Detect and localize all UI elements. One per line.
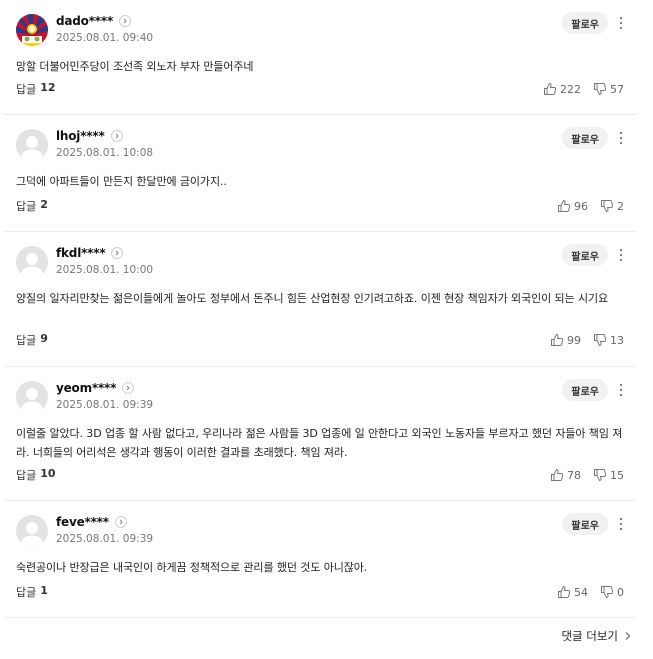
thumbs-down-icon xyxy=(601,200,614,213)
reply-label: 답글 xyxy=(16,469,37,482)
nickname[interactable]: feve**** xyxy=(56,515,109,529)
more-comments-button[interactable]: 댓글 더보기 xyxy=(561,628,631,644)
default-avatar-icon xyxy=(16,515,48,547)
follow-button[interactable]: 팔로우 xyxy=(562,127,608,149)
profile-arrow-icon[interactable] xyxy=(111,247,124,259)
reply-button[interactable]: 답글 12 xyxy=(16,81,56,97)
reply-count: 9 xyxy=(40,332,48,345)
thumbs-down-icon xyxy=(594,334,607,347)
reply-button[interactable]: 답글 2 xyxy=(16,198,48,214)
dislike-button[interactable]: 13 xyxy=(593,333,624,347)
reply-count: 10 xyxy=(40,467,56,480)
chevron-right-icon xyxy=(625,632,631,640)
comment-date: 2025.08.01. 09:40 xyxy=(56,32,154,44)
profile-arrow-icon[interactable] xyxy=(114,516,127,528)
default-avatar-icon xyxy=(16,246,48,278)
avatar[interactable] xyxy=(16,246,48,278)
more-options-icon[interactable] xyxy=(614,127,628,149)
like-count: 222 xyxy=(560,82,581,96)
avatar[interactable] xyxy=(16,515,48,547)
more-options-icon[interactable] xyxy=(614,513,628,535)
thumbs-up-icon xyxy=(551,333,564,346)
profile-arrow-icon[interactable] xyxy=(110,130,123,142)
dislike-count: 15 xyxy=(610,468,624,482)
dislike-button[interactable]: 0 xyxy=(600,585,624,599)
reply-button[interactable]: 답글 9 xyxy=(16,332,48,348)
more-options-icon[interactable] xyxy=(614,379,628,401)
comment-date: 2025.08.01. 10:00 xyxy=(56,264,154,276)
comment-date: 2025.08.01. 09:39 xyxy=(56,399,154,411)
reply-button[interactable]: 답글 1 xyxy=(16,584,48,600)
reply-button[interactable]: 답글 10 xyxy=(16,467,56,483)
comment-text: 양질의 일자리만찾는 젊은이들에게 놀아도 정부에서 돈주니 힘든 산업현장 인… xyxy=(16,292,609,305)
reply-label: 답글 xyxy=(16,586,37,599)
thumbs-up-icon xyxy=(551,468,564,481)
dislike-button[interactable]: 57 xyxy=(593,82,624,96)
follow-button[interactable]: 팔로우 xyxy=(562,513,608,535)
like-count: 96 xyxy=(574,199,588,213)
comment-item: fkdl**** 2025.08.01. 10:00 팔로우 양질의 일자리만찾… xyxy=(4,232,636,367)
like-button[interactable]: 78 xyxy=(550,468,581,482)
comment-text: 이럴줄 알았다. 3D 업종 할 사람 없다고, 우리나라 젊은 사람들 3D … xyxy=(16,427,623,459)
reply-count: 12 xyxy=(40,81,56,94)
dislike-button[interactable]: 2 xyxy=(600,199,624,213)
reply-label: 답글 xyxy=(16,83,37,96)
dislike-count: 57 xyxy=(610,82,624,96)
comment-text: 숙련공이나 반장급은 내국인이 하게끔 정책적으로 관리를 했던 것도 아니잖아… xyxy=(16,561,368,574)
reply-count: 1 xyxy=(40,584,48,597)
like-count: 54 xyxy=(574,585,588,599)
thumbs-up-icon xyxy=(544,82,557,95)
default-avatar-icon xyxy=(16,129,48,161)
comment-text: 망할 더불어민주당이 조선족 외노자 부자 만들어주네 xyxy=(16,60,254,73)
thumbs-up-icon xyxy=(558,199,571,212)
comment-date: 2025.08.01. 10:08 xyxy=(56,147,154,159)
default-avatar-icon xyxy=(16,381,48,413)
comment-item: yeom**** 2025.08.01. 09:39 팔로우 이럴줄 알았다. … xyxy=(4,367,636,501)
like-button[interactable]: 222 xyxy=(543,82,581,96)
like-count: 78 xyxy=(567,468,581,482)
reply-count: 2 xyxy=(40,198,48,211)
like-button[interactable]: 54 xyxy=(557,585,588,599)
dislike-count: 13 xyxy=(610,333,624,347)
comment-item: feve**** 2025.08.01. 09:39 팔로우 숙련공이나 반장급… xyxy=(4,501,636,618)
dislike-count: 0 xyxy=(617,585,624,599)
comment-item: dado**** 2025.08.01. 09:40 팔로우 망할 더불어민주당… xyxy=(4,0,636,115)
avatar[interactable] xyxy=(16,14,48,46)
follow-button[interactable]: 팔로우 xyxy=(562,12,608,34)
thumbs-up-icon xyxy=(558,585,571,598)
thumbs-down-icon xyxy=(601,586,614,599)
reply-label: 답글 xyxy=(16,334,37,347)
nickname[interactable]: lhoj**** xyxy=(56,129,105,143)
flag-avatar-icon xyxy=(16,14,48,46)
follow-button[interactable]: 팔로우 xyxy=(562,379,608,401)
like-button[interactable]: 99 xyxy=(550,333,581,347)
dislike-button[interactable]: 15 xyxy=(593,468,624,482)
nickname[interactable]: fkdl**** xyxy=(56,246,106,260)
more-options-icon[interactable] xyxy=(614,12,628,34)
avatar[interactable] xyxy=(16,129,48,161)
like-count: 99 xyxy=(567,333,581,347)
comment-date: 2025.08.01. 09:39 xyxy=(56,533,154,545)
like-button[interactable]: 96 xyxy=(557,199,588,213)
comment-item: lhoj**** 2025.08.01. 10:08 팔로우 그덕에 아파트들이… xyxy=(4,115,636,232)
more-options-icon[interactable] xyxy=(614,244,628,266)
reply-label: 답글 xyxy=(16,200,37,213)
thumbs-down-icon xyxy=(594,83,607,96)
comment-list: dado**** 2025.08.01. 09:40 팔로우 망할 더불어민주당… xyxy=(0,0,653,618)
comment-text: 그덕에 아파트들이 만든지 한달만에 금이가지.. xyxy=(16,175,227,188)
profile-arrow-icon[interactable] xyxy=(119,15,132,27)
dislike-count: 2 xyxy=(617,199,624,213)
profile-arrow-icon[interactable] xyxy=(122,382,135,394)
nickname[interactable]: dado**** xyxy=(56,14,113,28)
avatar[interactable] xyxy=(16,381,48,413)
follow-button[interactable]: 팔로우 xyxy=(562,244,608,266)
more-comments-label: 댓글 더보기 xyxy=(561,629,618,643)
nickname[interactable]: yeom**** xyxy=(56,381,116,395)
thumbs-down-icon xyxy=(594,469,607,482)
